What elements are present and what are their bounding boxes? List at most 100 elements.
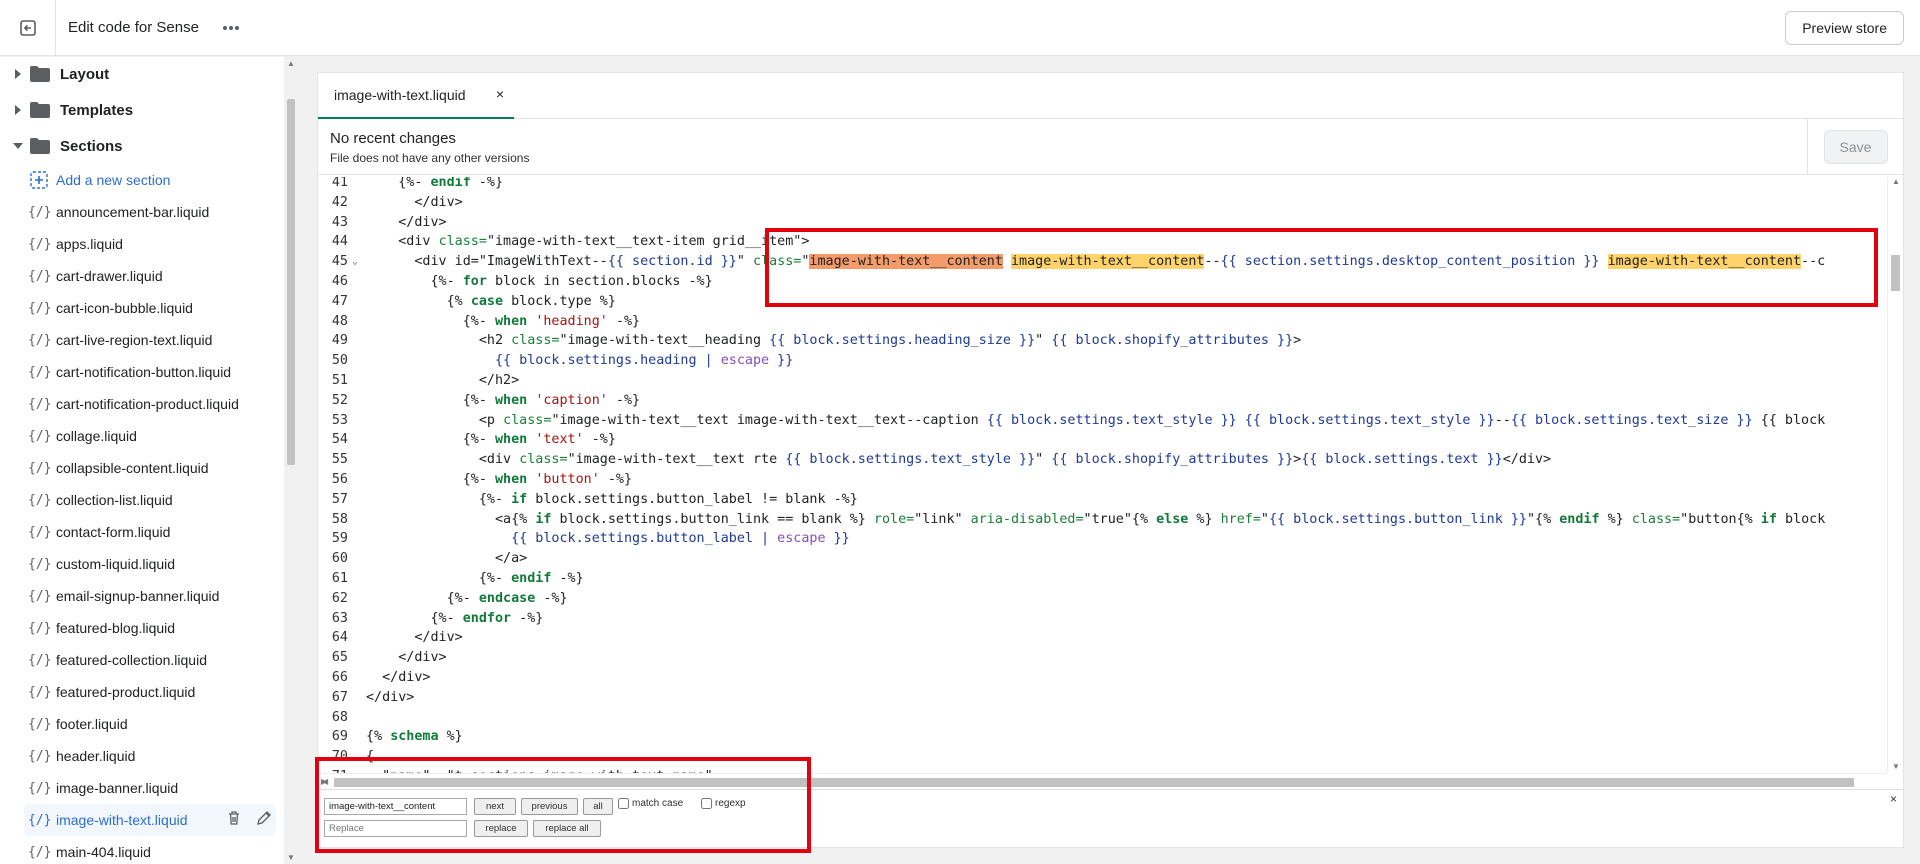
find-previous-button[interactable]: previous [521, 798, 578, 815]
trash-icon[interactable] [226, 810, 242, 826]
code-line[interactable]: 53 <p class="image-with-text__text image… [318, 411, 1887, 431]
more-actions-button[interactable] [217, 14, 245, 42]
code-line[interactable]: 70 ⌄ { [318, 747, 1887, 767]
code-line[interactable]: 45 ⌄ <div id="ImageWithText--{{ section.i… [318, 252, 1887, 272]
sidebar-file-item[interactable]: {/} featured-collection.liquid [0, 644, 284, 676]
sidebar-file-item[interactable]: {/} email-signup-banner.liquid [0, 580, 284, 612]
code-line[interactable]: 54 {%- when 'text' -%} [318, 430, 1887, 450]
folder-sections[interactable]: Sections [0, 128, 284, 164]
scroll-up-icon[interactable]: ▲ [287, 59, 295, 68]
code-line[interactable]: 67 </div> [318, 688, 1887, 708]
sidebar-file-item[interactable]: {/} cart-icon-bubble.liquid [0, 292, 284, 324]
code-line[interactable]: 58 <a{% if block.settings.button_link ==… [318, 510, 1887, 530]
code-line[interactable]: 42 </div> [318, 193, 1887, 213]
code-line[interactable]: 47 {% case block.type %} [318, 292, 1887, 312]
tab-close-icon[interactable]: × [496, 86, 504, 102]
code-line[interactable]: 51 </h2> [318, 371, 1887, 391]
sidebar-file-item[interactable]: {/} cart-notification-button.liquid [0, 356, 284, 388]
replace-button[interactable]: replace [474, 820, 528, 837]
line-number: 47 [331, 293, 348, 309]
fold-chevron-icon[interactable]: ⌄ [352, 747, 358, 767]
code-line[interactable]: 60 </a> [318, 549, 1887, 569]
preview-store-button[interactable]: Preview store [1785, 11, 1904, 45]
regexp-label: regexp [715, 798, 746, 809]
code-line[interactable]: 43 </div> [318, 213, 1887, 233]
code-line[interactable]: 49 <h2 class="image-with-text__heading {… [318, 331, 1887, 351]
code-line[interactable]: 61 {%- endif -%} [318, 569, 1887, 589]
code-line[interactable]: 50 {{ block.settings.heading | escape }} [318, 351, 1887, 371]
code-line[interactable]: 62 {%- endcase -%} [318, 589, 1887, 609]
sidebar-file-item[interactable]: {/} image-banner.liquid [0, 772, 284, 804]
folder-templates[interactable]: Templates [0, 92, 284, 128]
code-line[interactable]: 64 </div> [318, 628, 1887, 648]
code-text: {%- when 'caption' -%} [366, 392, 641, 408]
code-line[interactable]: 68 [318, 708, 1887, 728]
regexp-option[interactable]: regexp [701, 798, 746, 809]
find-all-button[interactable]: all [583, 798, 613, 815]
sidebar-file-item[interactable]: {/} image-with-text.liquid [24, 804, 276, 836]
sidebar-file-item[interactable]: {/} header.liquid [0, 740, 284, 772]
line-number: 50 [331, 353, 348, 369]
sidebar-file-item[interactable]: {/} cart-drawer.liquid [0, 260, 284, 292]
sidebar-file-item[interactable]: {/} custom-liquid.liquid [0, 548, 284, 580]
code-line[interactable]: 41 {%- endif -%} [318, 177, 1887, 193]
sidebar-scrollbar[interactable]: ▲ ▼ [284, 57, 298, 864]
find-next-button[interactable]: next [474, 798, 516, 815]
code-area[interactable]: 41 {%- endif -%} 42 </div> 43 </div> 44 <di… [318, 177, 1887, 773]
code-line[interactable]: 48 {%- when 'heading' -%} [318, 312, 1887, 332]
code-line[interactable]: 44 <div class="image-with-text__text-ite… [318, 232, 1887, 252]
code-line[interactable]: 66 </div> [318, 668, 1887, 688]
sidebar-file-item[interactable]: {/} main-404.liquid [0, 836, 284, 864]
save-button[interactable]: Save [1823, 130, 1888, 164]
folder-label: Layout [60, 65, 110, 83]
sidebar-file-item[interactable]: {/} collection-list.liquid [0, 484, 284, 516]
replace-all-button[interactable]: replace all [533, 820, 601, 837]
code-line[interactable]: 63 {%- endfor -%} [318, 609, 1887, 629]
code-line[interactable]: 56 {%- when 'button' -%} [318, 470, 1887, 490]
line-number: 59 [331, 531, 348, 547]
fold-chevron-icon[interactable]: ⌄ [352, 252, 358, 272]
code-line[interactable]: 69 {% schema %} [318, 727, 1887, 747]
code-line[interactable]: 65 </div> [318, 648, 1887, 668]
liquid-file-icon: {/} [28, 844, 52, 860]
code-vertical-scrollbar[interactable]: ▲ ▼ [1887, 177, 1903, 773]
sidebar-file-item[interactable]: {/} collapsible-content.liquid [0, 452, 284, 484]
line-number: 70 [331, 749, 348, 765]
sidebar-file-item[interactable]: {/} cart-live-region-text.liquid [0, 324, 284, 356]
close-search-icon[interactable]: × [1890, 792, 1897, 806]
sidebar-file-item[interactable]: {/} featured-product.liquid [0, 676, 284, 708]
code-line[interactable]: 59 {{ block.settings.button_label | esca… [318, 529, 1887, 549]
match-case-checkbox[interactable] [618, 798, 629, 809]
code-line[interactable]: 57 {%- if block.settings.button_label !=… [318, 490, 1887, 510]
add-section-button[interactable]: Add a new section [0, 164, 284, 196]
sidebar-scroll-thumb[interactable] [287, 99, 295, 465]
sidebar-file-item[interactable]: {/} contact-form.liquid [0, 516, 284, 548]
sidebar-file-item[interactable]: {/} announcement-bar.liquid [0, 196, 284, 228]
code-text: {%- when 'button' -%} [366, 472, 633, 487]
file-name: cart-drawer.liquid [56, 268, 163, 284]
sidebar-file-item[interactable]: {/} cart-notification-product.liquid [0, 388, 284, 420]
code-horizontal-scrollbar[interactable]: ◀ ▶ [318, 773, 1887, 789]
sidebar-file-item[interactable]: {/} apps.liquid [0, 228, 284, 260]
regexp-checkbox[interactable] [701, 798, 712, 809]
code-vertical-scroll-thumb[interactable] [1891, 255, 1900, 291]
code-line[interactable]: 46 {%- for block in section.blocks -%} [318, 272, 1887, 292]
sidebar-file-item[interactable]: {/} footer.liquid [0, 708, 284, 740]
sidebar-file-item[interactable]: {/} collage.liquid [0, 420, 284, 452]
exit-editor-button[interactable] [0, 0, 56, 56]
code-line[interactable]: 52 {%- when 'caption' -%} [318, 391, 1887, 411]
scroll-down-icon[interactable]: ▼ [1892, 762, 1900, 771]
sidebar-file-item[interactable]: {/} featured-blog.liquid [0, 612, 284, 644]
code-text: </h2> [366, 373, 520, 388]
folder-icon [30, 66, 50, 82]
tab-image-with-text[interactable]: image-with-text.liquid × [318, 73, 514, 119]
find-input[interactable] [324, 798, 467, 815]
code-line[interactable]: 55 <div class="image-with-text__text rte… [318, 450, 1887, 470]
edit-pencil-icon[interactable] [256, 810, 272, 826]
replace-input[interactable] [324, 820, 467, 837]
match-case-option[interactable]: match case [618, 798, 683, 809]
folder-layout[interactable]: Layout [0, 57, 284, 92]
scroll-right-icon[interactable]: ▶ [321, 777, 1883, 786]
scroll-down-icon[interactable]: ▼ [287, 853, 295, 862]
scroll-up-icon[interactable]: ▲ [1892, 177, 1900, 186]
